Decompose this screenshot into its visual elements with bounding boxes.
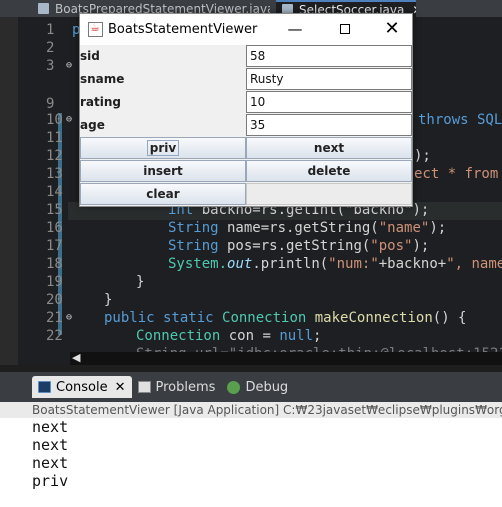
sid-label: sid xyxy=(80,49,100,63)
insert-button[interactable]: insert xyxy=(80,160,246,182)
next-button[interactable]: next xyxy=(246,137,412,159)
window-title-bar[interactable]: BoatsStatementViewer — ✕ xyxy=(80,14,412,45)
rating-label: rating xyxy=(80,95,121,109)
age-label: age xyxy=(80,118,105,132)
console-line: priv xyxy=(32,472,69,490)
window-title: BoatsStatementViewer xyxy=(108,22,258,37)
code-line-18: System.out.println("num:"+backno+", name… xyxy=(168,256,502,272)
console-launch-description: BoatsStatementViewer [Java Application] … xyxy=(0,402,502,418)
code-line-13: ect * from xyxy=(414,166,499,182)
code-line-21: public static Connection makeConnection(… xyxy=(104,310,467,326)
console-line: next xyxy=(32,436,69,454)
tab-label: Console xyxy=(56,379,108,395)
code-line-10: throws SQLE xyxy=(418,112,502,128)
sid-field[interactable]: 58 xyxy=(246,45,412,67)
line-number[interactable]: 10 xyxy=(46,111,76,129)
empty-cell xyxy=(246,183,412,205)
overview-ruler xyxy=(0,17,18,365)
maximize-icon xyxy=(340,24,350,34)
line-number: 22 xyxy=(46,328,63,344)
console-icon xyxy=(38,381,51,393)
line-number-gutter: 1 2 3 9 10 11 12 13 14 15 16 17 18 19 20… xyxy=(18,17,72,365)
horizontal-scrollbar[interactable]: ◀ xyxy=(70,351,502,365)
code-line-22: Connection con = null; xyxy=(136,328,322,344)
line-number: 20 xyxy=(46,292,63,308)
age-field[interactable]: 35 xyxy=(246,114,412,136)
line-number: 14 xyxy=(46,184,63,200)
tab-label: Debug xyxy=(245,379,289,395)
line-number: 18 xyxy=(46,256,63,272)
line-number: 16 xyxy=(46,220,63,236)
clear-button[interactable]: clear xyxy=(80,183,246,205)
tab-label: Problems xyxy=(155,379,216,395)
line-number[interactable]: 3 xyxy=(46,57,76,75)
close-icon[interactable]: ✕ xyxy=(115,380,126,395)
sname-field[interactable]: Rusty xyxy=(246,68,412,90)
java-file-icon xyxy=(38,3,49,14)
console-tab-bar: Console ✕ Problems Debug xyxy=(0,372,502,402)
delete-button[interactable]: delete xyxy=(246,160,412,182)
boats-statement-viewer-window: BoatsStatementViewer — ✕ sid 58 sname Ru… xyxy=(79,13,413,207)
line-number: 13 xyxy=(46,166,63,182)
tab-debug[interactable]: Debug xyxy=(221,376,294,398)
code-line-19: } xyxy=(136,274,145,290)
sname-label: sname xyxy=(80,72,125,86)
code-line-17: String pos=rs.getString("pos"); xyxy=(168,238,430,254)
close-button[interactable]: ✕ xyxy=(381,19,403,39)
rating-field[interactable]: 10 xyxy=(246,91,412,113)
java-app-icon xyxy=(88,21,103,37)
line-number: 19 xyxy=(46,274,63,290)
console-output[interactable]: next next next priv xyxy=(0,418,502,507)
line-number: 2 xyxy=(46,40,55,56)
priv-button[interactable]: priv xyxy=(80,137,246,159)
line-number: 17 xyxy=(46,238,63,254)
code-line-16: String name=rs.getString("name"); xyxy=(168,220,447,236)
maximize-button[interactable] xyxy=(334,19,356,39)
scroll-left-icon[interactable]: ◀ xyxy=(72,351,80,364)
problems-icon xyxy=(137,381,151,393)
code-line-20: } xyxy=(104,292,113,308)
bug-icon xyxy=(227,380,241,394)
console-line: next xyxy=(32,418,69,436)
line-number[interactable]: 21 xyxy=(46,309,76,327)
tab-problems[interactable]: Problems xyxy=(132,376,222,398)
console-line: next xyxy=(32,454,69,472)
line-number: 11 xyxy=(46,130,63,146)
minimize-button[interactable]: — xyxy=(284,19,306,39)
tab-console[interactable]: Console ✕ xyxy=(32,376,132,398)
code-line-12: ); xyxy=(414,148,431,164)
line-number: 12 xyxy=(46,148,63,164)
